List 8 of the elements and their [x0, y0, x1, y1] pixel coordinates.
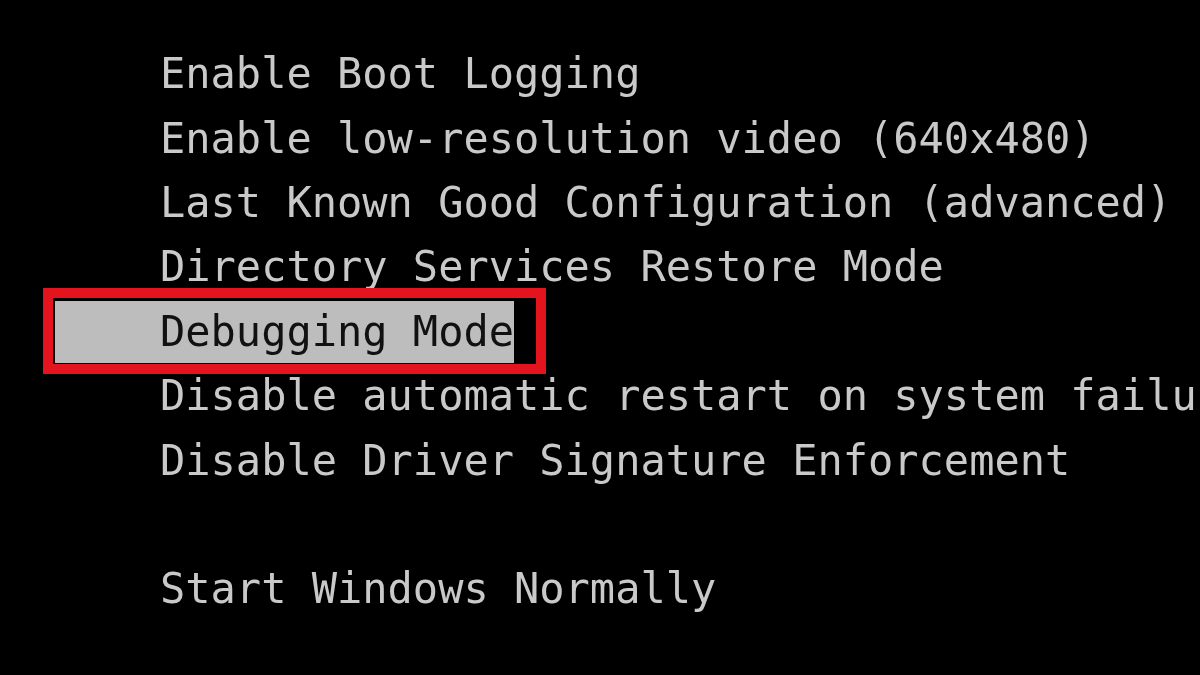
menu-item[interactable]: Disable automatic restart on system failu	[160, 365, 1197, 428]
menu-item[interactable]: Debugging Mode	[55, 300, 514, 363]
menu-item[interactable]: Directory Services Restore Mode	[160, 236, 944, 299]
menu-item[interactable]: Disable Driver Signature Enforcement	[160, 429, 1071, 492]
menu-item[interactable]: Last Known Good Configuration (advanced)	[160, 171, 1172, 234]
menu-item[interactable]: Enable low-resolution video (640x480)	[160, 107, 1096, 170]
menu-item[interactable]: Enable Boot Logging	[160, 43, 641, 106]
menu-item[interactable]: Start Windows Normally	[160, 557, 717, 620]
